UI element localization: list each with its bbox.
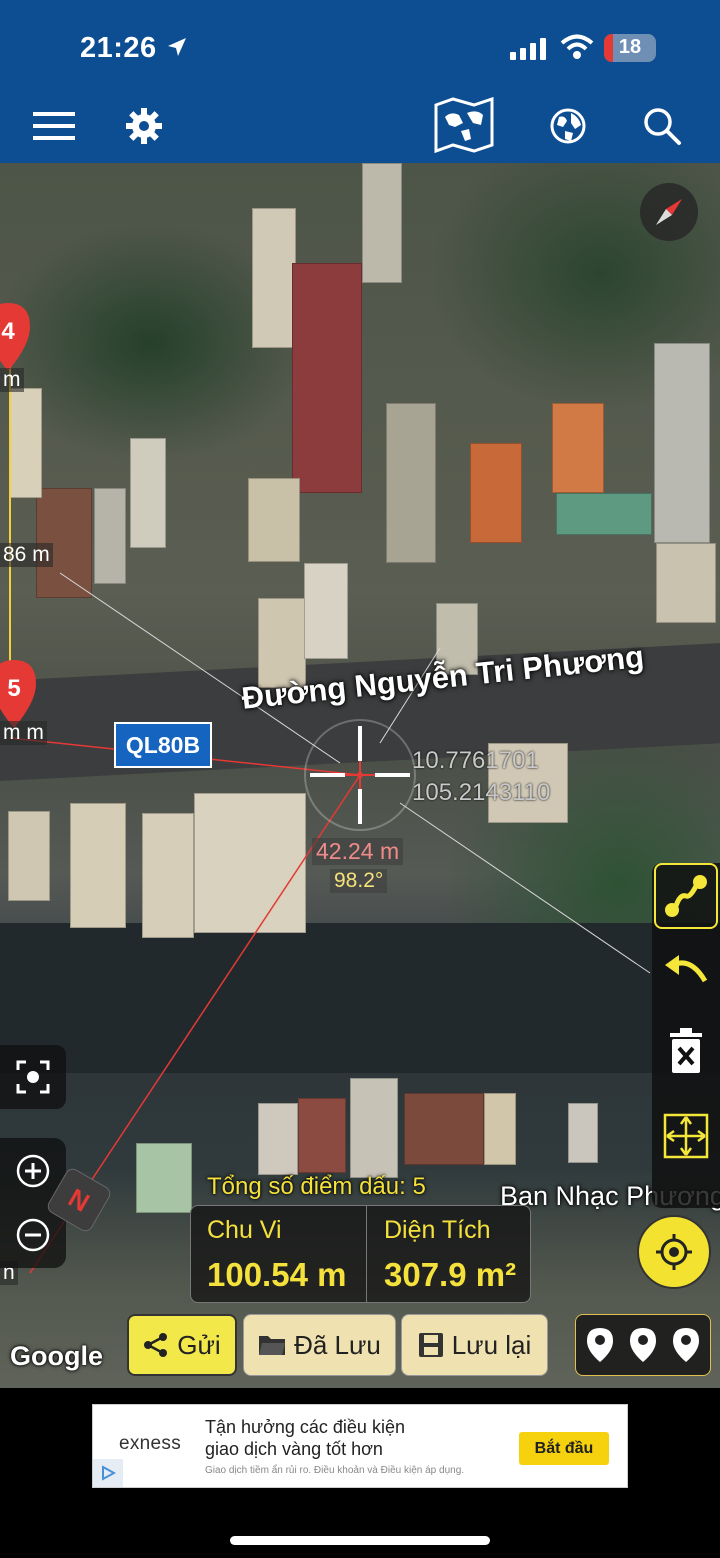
save-disk-icon bbox=[418, 1333, 443, 1357]
marker-pin-5[interactable]: 5 bbox=[0, 660, 36, 728]
ad-brand: exness bbox=[119, 1433, 182, 1454]
compass-icon bbox=[656, 199, 682, 225]
undo-icon bbox=[665, 955, 708, 983]
location-arrow-icon bbox=[168, 38, 186, 56]
compass-button[interactable] bbox=[640, 183, 698, 241]
crosshair bbox=[304, 719, 416, 831]
battery-indicator: 18 bbox=[604, 34, 656, 62]
battery-level: 18 bbox=[618, 36, 642, 58]
saved-button[interactable]: Đã Lưu bbox=[243, 1314, 396, 1376]
ad-area: exness Tận hưởng các điều kiện giao dịch… bbox=[0, 1388, 720, 1558]
map-pin-icon bbox=[629, 1328, 656, 1362]
globe-icon[interactable] bbox=[540, 98, 596, 154]
marker-label: 4 bbox=[1, 318, 15, 345]
edge-length-label: m m bbox=[0, 721, 47, 745]
home-indicator bbox=[230, 1536, 490, 1545]
saved-label: Đã Lưu bbox=[294, 1329, 381, 1360]
measured-bearing: 98.2° bbox=[330, 869, 388, 893]
right-tool-panel bbox=[652, 863, 720, 1208]
save-button[interactable]: Lưu lại bbox=[401, 1314, 548, 1376]
marker-label: 5 bbox=[7, 675, 20, 702]
search-icon[interactable] bbox=[634, 98, 690, 154]
status-time: 21:26 bbox=[80, 32, 157, 64]
map-view[interactable]: 4 5 m 86 m m m n Đường Nguyễn Tri Phương… bbox=[0, 163, 720, 1388]
send-label: Gửi bbox=[177, 1329, 221, 1360]
focus-icon bbox=[16, 1060, 50, 1094]
perimeter-label: Chu Vi bbox=[207, 1216, 282, 1244]
map-type-icon[interactable] bbox=[432, 95, 496, 155]
edge-length-label: 86 m bbox=[0, 543, 53, 567]
area-value: 307.9 m² bbox=[384, 1256, 517, 1293]
fit-extent-icon bbox=[663, 1113, 709, 1159]
perimeter-value: 100.54 m bbox=[207, 1256, 347, 1293]
ad-cta-button[interactable]: Bắt đầu bbox=[519, 1432, 609, 1465]
north-label: N bbox=[63, 1181, 95, 1218]
marker-count-label: Tổng số điểm dấu: 5 bbox=[207, 1173, 426, 1200]
focus-button[interactable] bbox=[0, 1045, 66, 1109]
pin-markers-button[interactable] bbox=[575, 1314, 711, 1376]
fit-extent-button[interactable] bbox=[652, 1103, 720, 1169]
save-label: Lưu lại bbox=[451, 1329, 532, 1360]
area-label: Diện Tích bbox=[384, 1216, 491, 1244]
share-icon bbox=[144, 1333, 168, 1357]
folder-icon bbox=[259, 1336, 286, 1355]
delete-icon bbox=[670, 1028, 702, 1073]
edge-length-label: m bbox=[0, 368, 24, 392]
cellular-signal-icon bbox=[510, 38, 546, 60]
zoom-in-icon[interactable] bbox=[16, 1154, 50, 1188]
latitude-readout: 10.7761701 bbox=[412, 747, 539, 774]
route-tool-button[interactable] bbox=[654, 863, 718, 929]
route-icon bbox=[665, 875, 707, 917]
wifi-icon bbox=[560, 34, 594, 59]
settings-icon[interactable] bbox=[116, 98, 172, 154]
map-pin-icon bbox=[586, 1328, 613, 1362]
zoom-out-icon[interactable] bbox=[16, 1218, 50, 1252]
google-attribution: Google bbox=[10, 1341, 103, 1371]
measurement-summary: Chu Vi 100.54 m Diện Tích 307.9 m² bbox=[190, 1205, 531, 1303]
longitude-readout: 105.2143110 bbox=[412, 779, 551, 806]
guide-line bbox=[399, 802, 651, 974]
undo-button[interactable] bbox=[652, 938, 720, 1004]
crosshair-gps-icon bbox=[656, 1234, 692, 1270]
measured-distance: 42.24 m bbox=[312, 838, 404, 865]
route-shield: QL80B bbox=[114, 722, 212, 768]
ad-banner[interactable]: exness Tận hưởng các điều kiện giao dịch… bbox=[92, 1404, 628, 1488]
ad-choices-icon[interactable] bbox=[93, 1459, 123, 1487]
marker-pin-4[interactable]: 4 bbox=[0, 303, 30, 371]
send-button[interactable]: Gửi bbox=[127, 1314, 237, 1376]
top-bar: 21:26 18 bbox=[0, 0, 720, 163]
locate-me-button[interactable] bbox=[637, 1215, 711, 1289]
ad-disclaimer: Giao dịch tiềm ẩn rủi ro. Điều khoản và … bbox=[205, 1465, 465, 1476]
menu-icon[interactable] bbox=[26, 98, 82, 154]
summary-divider bbox=[366, 1206, 367, 1302]
ad-headline-1: Tận hưởng các điều kiện bbox=[205, 1417, 405, 1437]
delete-button[interactable] bbox=[652, 1018, 720, 1084]
app-screen: 21:26 18 4 5 m 86 m m m n Đường Nguyễn T… bbox=[0, 0, 720, 1558]
map-pin-icon bbox=[673, 1328, 700, 1362]
ad-headline-2: giao dịch vàng tốt hơn bbox=[205, 1439, 383, 1459]
